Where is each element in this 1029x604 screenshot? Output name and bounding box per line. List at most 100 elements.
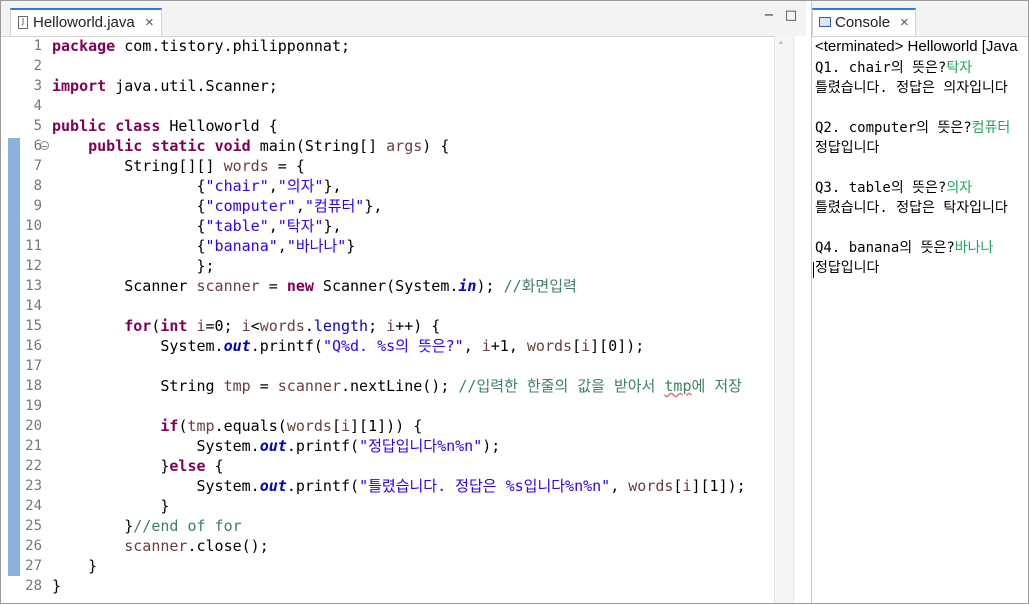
line-number: 18 bbox=[25, 378, 42, 394]
code-line[interactable]: Scanner scanner = new Scanner(System.in)… bbox=[52, 276, 577, 296]
line-number: 23 bbox=[25, 478, 42, 494]
vertical-scrollbar[interactable] bbox=[774, 36, 793, 604]
code-token: class bbox=[115, 117, 161, 135]
line-number: 9 bbox=[33, 198, 42, 214]
code-token: public bbox=[52, 117, 107, 135]
console-text: 틀렸습니다. 정답은 의자입니다 bbox=[815, 80, 1008, 96]
close-tab-icon[interactable]: × bbox=[900, 11, 909, 35]
code-token: "탁자" bbox=[277, 217, 324, 235]
console-text: 정답입니다 bbox=[815, 260, 880, 276]
code-line[interactable]: }//end of for bbox=[52, 516, 242, 536]
code-token: else bbox=[169, 457, 206, 475]
code-line[interactable]: public static void main(String[] args) { bbox=[52, 136, 449, 156]
line-number: 14 bbox=[25, 298, 42, 314]
console-line: 틀렸습니다. 정답은 탁자입니다 bbox=[815, 198, 1008, 218]
line-number: 27 bbox=[25, 558, 42, 574]
line-number: 16 bbox=[25, 338, 42, 354]
code-token: words bbox=[526, 337, 573, 355]
code-token: out bbox=[223, 337, 251, 355]
code-token: words bbox=[259, 317, 305, 335]
console-user-input: 의자 bbox=[946, 180, 973, 196]
code-token: "banana" bbox=[205, 237, 278, 255]
code-token: import bbox=[52, 77, 107, 95]
code-line[interactable]: } bbox=[52, 556, 97, 576]
line-number: 26 bbox=[25, 538, 42, 554]
code-token: int bbox=[160, 317, 188, 335]
code-token: scanner bbox=[124, 537, 188, 555]
code-token: "틀렸습니다. 정답은 %s입니다%n%n" bbox=[359, 477, 611, 495]
code-line[interactable]: for(int i=0; i<words.length; i++) { bbox=[52, 316, 440, 336]
editor-pane: J Helloworld.java × − □ − 1 package com.t… bbox=[0, 0, 807, 604]
code-line[interactable]: System.out.printf("틀렸습니다. 정답은 %s입니다%n%n"… bbox=[52, 476, 745, 496]
code-line[interactable]: }else { bbox=[52, 456, 224, 476]
code-token: { bbox=[52, 177, 206, 195]
code-token: i bbox=[481, 337, 491, 355]
code-line[interactable]: public class Helloworld { bbox=[52, 116, 278, 136]
code-line[interactable]: import java.util.Scanner; bbox=[52, 76, 278, 96]
code-token: words bbox=[286, 417, 332, 435]
code-token: length bbox=[313, 317, 369, 335]
text-cursor bbox=[813, 262, 814, 278]
code-token: } bbox=[52, 577, 62, 595]
code-token: { bbox=[52, 237, 206, 255]
line-number: 12 bbox=[25, 258, 42, 274]
tab-helloworld-java[interactable]: J Helloworld.java × bbox=[10, 8, 162, 36]
code-token: { bbox=[52, 217, 206, 235]
code-token: , bbox=[268, 217, 278, 235]
line-number: 1 bbox=[33, 38, 42, 54]
code-token: "table" bbox=[205, 217, 269, 235]
code-token: main(String[] bbox=[250, 137, 387, 155]
code-token: i bbox=[341, 417, 351, 435]
console-user-input: 탁자 bbox=[946, 60, 973, 76]
code-token: ; bbox=[368, 317, 387, 335]
code-line[interactable]: String[][] words = { bbox=[52, 156, 305, 176]
code-line[interactable]: {"banana","바나나"} bbox=[52, 236, 355, 256]
maximize-icon[interactable]: □ bbox=[784, 9, 798, 24]
code-line[interactable]: package com.tistory.philipponnat; bbox=[52, 36, 350, 56]
code-line[interactable]: {"table","탁자"}, bbox=[52, 216, 342, 236]
code-token: String bbox=[52, 377, 224, 395]
code-token: "정답입니다%n%n" bbox=[359, 437, 483, 455]
code-token: } bbox=[346, 237, 356, 255]
code-line[interactable]: } bbox=[52, 576, 61, 596]
code-token: , bbox=[277, 237, 287, 255]
scroll-up-icon[interactable]: ˄ bbox=[778, 40, 784, 53]
code-line[interactable]: scanner.close(); bbox=[52, 536, 269, 556]
code-token: i bbox=[241, 317, 251, 335]
code-token: new bbox=[286, 277, 314, 295]
console-pane: Console × <terminated> Helloworld [Java … bbox=[811, 0, 1029, 604]
close-tab-icon[interactable]: × bbox=[145, 11, 154, 35]
minimize-icon[interactable]: − bbox=[762, 9, 776, 24]
line-number: 13 bbox=[25, 278, 42, 294]
console-line: 틀렸습니다. 정답은 의자입니다 bbox=[815, 78, 1008, 98]
code-line[interactable]: {"chair","의자"}, bbox=[52, 176, 341, 196]
line-number: 11 bbox=[25, 238, 42, 254]
code-token: ][1])) { bbox=[350, 417, 423, 435]
code-line[interactable]: String tmp = scanner.nextLine(); //입력한 한… bbox=[52, 376, 742, 396]
console-line: Q3. table의 뜻은?의자 bbox=[815, 178, 972, 198]
code-token: scanner bbox=[196, 277, 260, 295]
code-line[interactable]: }; bbox=[52, 256, 214, 276]
code-token: public bbox=[88, 137, 143, 155]
code-line[interactable]: {"computer","컴퓨터"}, bbox=[52, 196, 382, 216]
code-token: }, bbox=[323, 217, 342, 235]
line-number: 20 bbox=[25, 418, 42, 434]
code-token: //end of for bbox=[133, 517, 242, 535]
code-token: } bbox=[52, 497, 170, 515]
code-token: } bbox=[52, 557, 98, 575]
tab-console[interactable]: Console × bbox=[812, 8, 916, 36]
code-token: "computer" bbox=[205, 197, 296, 215]
code-line[interactable]: System.out.printf("정답입니다%n%n"); bbox=[52, 436, 500, 456]
code-token: out bbox=[259, 437, 287, 455]
code-token: { bbox=[205, 457, 224, 475]
code-token: tmp bbox=[187, 417, 215, 435]
code-line[interactable]: if(tmp.equals(words[i][1])) { bbox=[52, 416, 422, 436]
code-token: < bbox=[250, 317, 260, 335]
code-line[interactable]: System.out.printf("Q%d. %s의 뜻은?", i+1, w… bbox=[52, 336, 644, 356]
code-line[interactable]: } bbox=[52, 496, 169, 516]
line-number: 4 bbox=[33, 98, 42, 114]
